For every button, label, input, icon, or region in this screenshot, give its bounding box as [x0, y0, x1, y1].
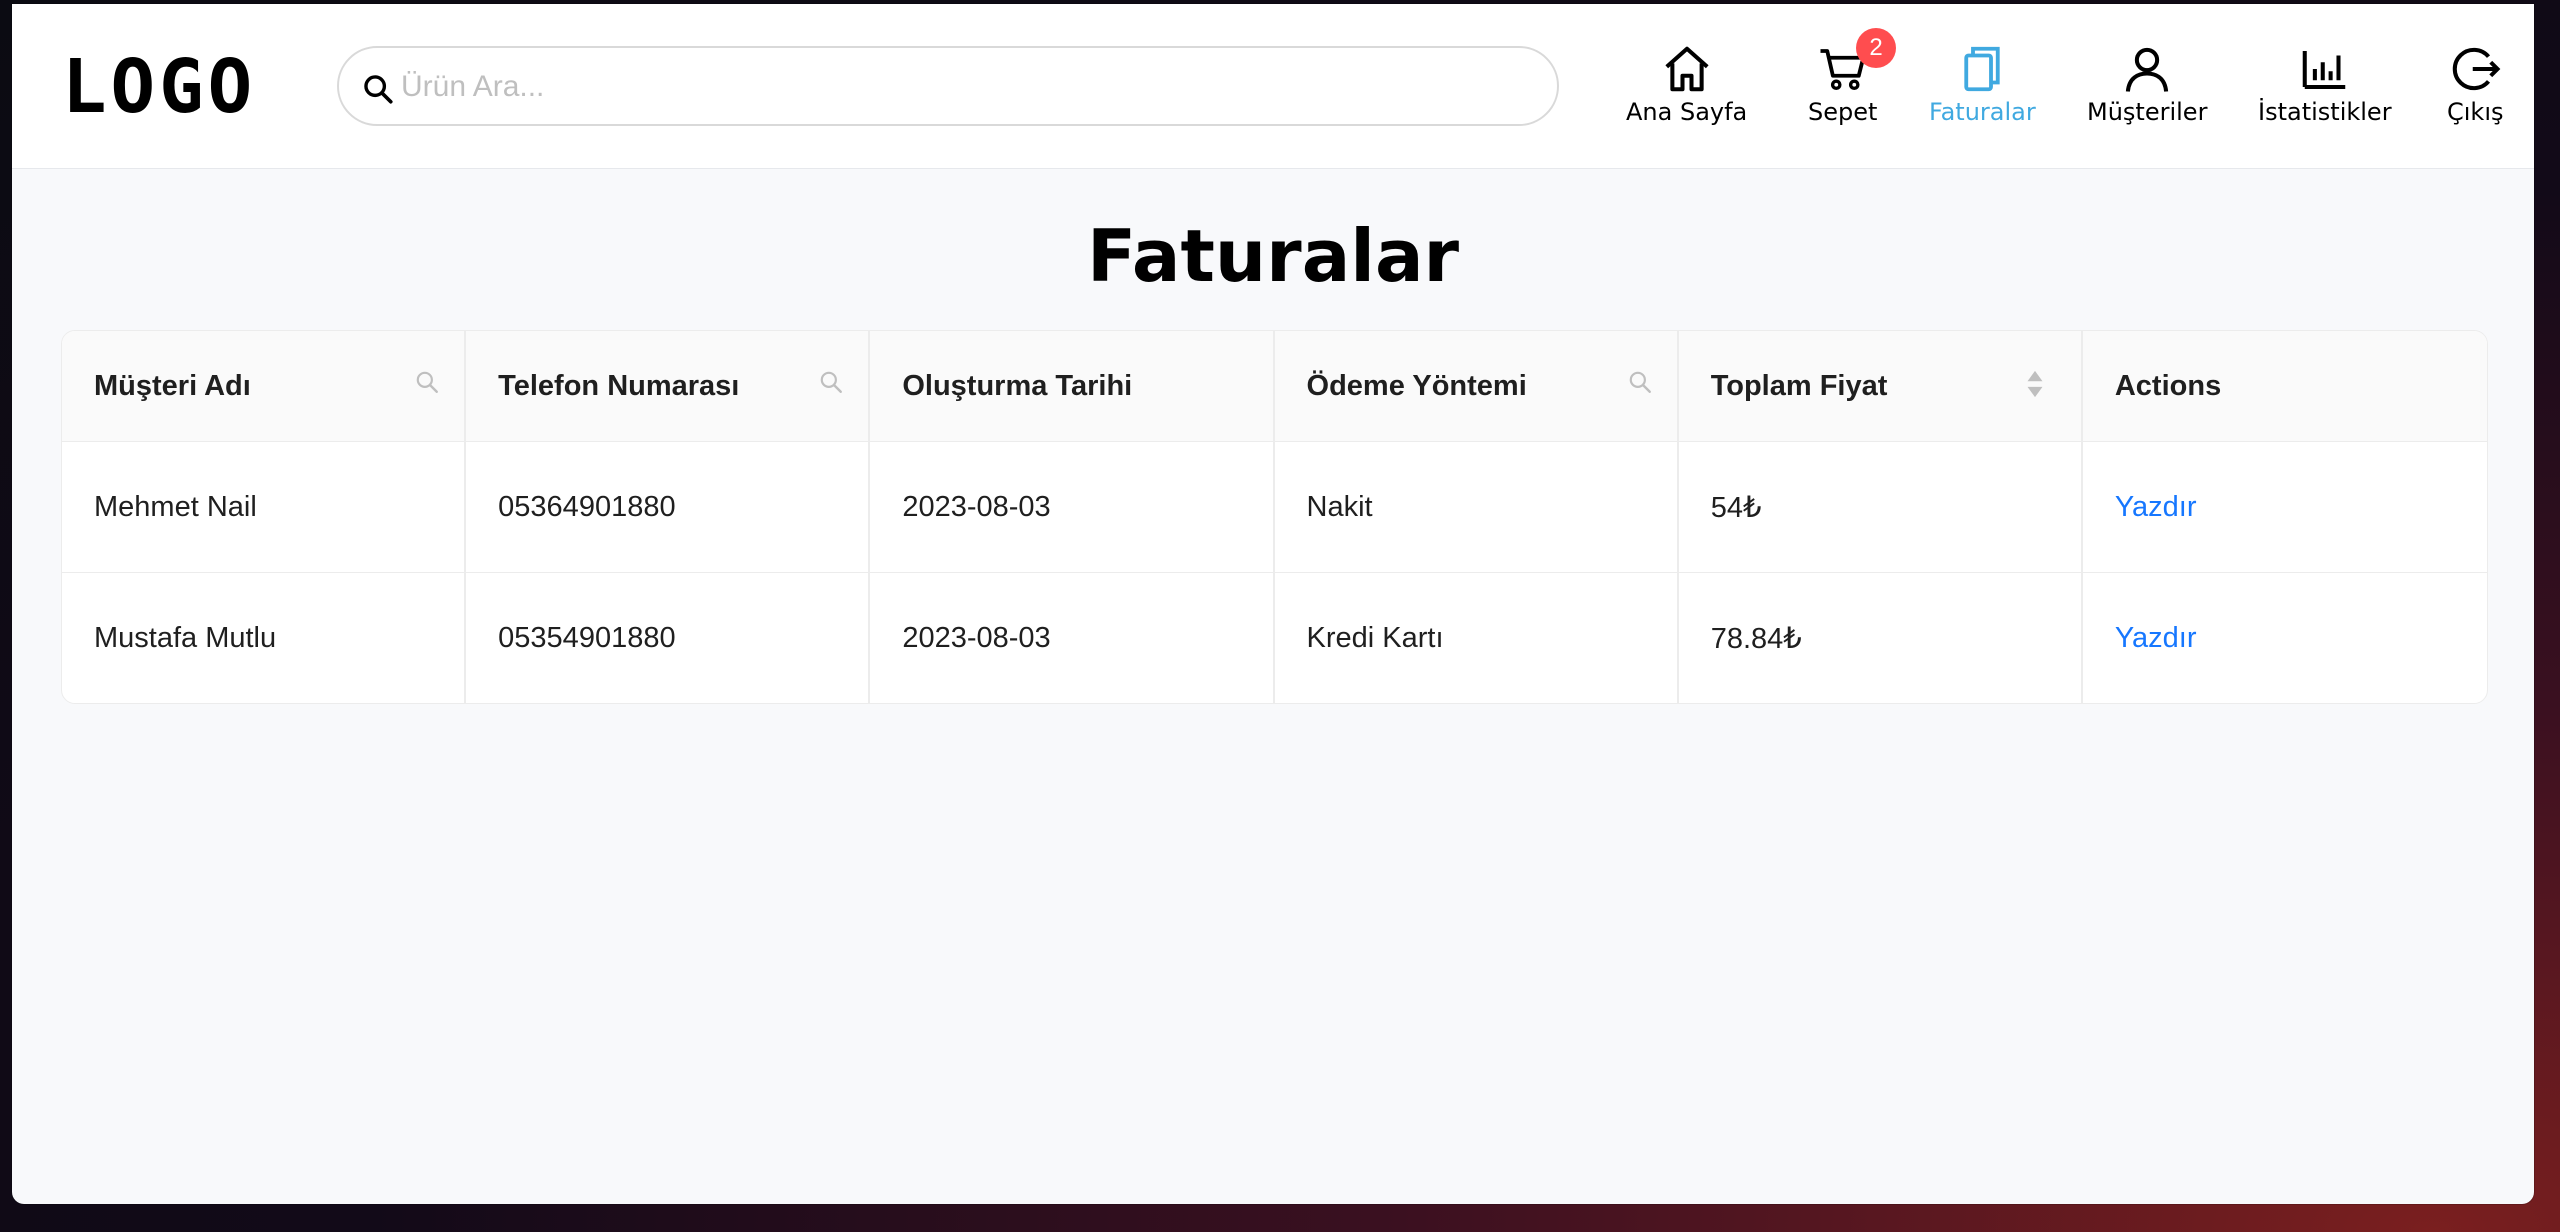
nav-logout-label: Çıkış	[2447, 98, 2504, 126]
user-icon	[2126, 47, 2169, 92]
search-icon[interactable]	[818, 369, 844, 395]
cell-phone: 05364901880	[466, 442, 871, 572]
cart-count-badge: 2	[1856, 28, 1896, 68]
cell-payment: Nakit	[1275, 442, 1679, 572]
search-icon[interactable]	[1627, 369, 1653, 395]
column-header-label: Actions	[2114, 369, 2222, 402]
nav-customers-label: Müşteriler	[2087, 98, 2208, 126]
nav-home[interactable]: Ana Sayfa	[1626, 42, 1747, 138]
cell-total: 54₺	[1679, 442, 2083, 572]
column-header-label: Ödeme Yöntemi	[1306, 369, 1527, 402]
bar-chart-icon	[2302, 51, 2346, 90]
cell-actions: Yazdır	[2083, 442, 2487, 572]
column-header-label: Toplam Fiyat	[1710, 369, 1888, 402]
table-row: Mehmet Nail 05364901880 2023-08-03 Nakit…	[62, 442, 2487, 573]
cell-actions: Yazdır	[2083, 573, 2487, 703]
search-icon[interactable]	[414, 369, 440, 395]
column-header-total[interactable]: Toplam Fiyat	[1678, 331, 2083, 441]
cell-payment: Kredi Kartı	[1275, 573, 1679, 703]
column-header-label: Telefon Numarası	[498, 369, 740, 402]
column-header-date: Oluşturma Tarihi	[870, 331, 1275, 441]
cell-date: 2023-08-03	[870, 442, 1275, 572]
column-header-customer: Müşteri Adı	[62, 331, 467, 441]
search-input[interactable]	[401, 58, 1541, 116]
table-row: Mustafa Mutlu 05354901880 2023-08-03 Kre…	[62, 573, 2487, 703]
invoices-table: Müşteri Adı Telefon Numarası Oluşturma T…	[61, 330, 2488, 704]
search-icon	[364, 75, 393, 104]
app-window: LOGO Ana Sayfa 2 Sepet	[12, 4, 2534, 1204]
nav-home-label: Ana Sayfa	[1626, 98, 1748, 126]
nav-cart[interactable]: 2 Sepet	[1808, 28, 1896, 138]
cell-total: 78.84₺	[1679, 573, 2083, 703]
nav-cart-label: Sepet	[1808, 98, 1878, 126]
top-navigation-bar: LOGO Ana Sayfa 2 Sepet	[12, 4, 2534, 169]
home-icon	[1665, 46, 1709, 92]
print-link[interactable]: Yazdır	[2115, 622, 2197, 655]
nav-invoices-label: Faturalar	[1929, 98, 2036, 126]
page-title: Faturalar	[1086, 214, 1460, 298]
nav-statistics-label: İstatistikler	[2258, 98, 2392, 126]
column-header-label: Müşteri Adı	[94, 369, 251, 402]
table-header: Müşteri Adı Telefon Numarası Oluşturma T…	[62, 331, 2487, 442]
column-header-payment: Ödeme Yöntemi	[1274, 331, 1679, 441]
nav-customers[interactable]: Müşteriler	[2087, 42, 2207, 138]
cell-customer: Mustafa Mutlu	[62, 573, 467, 703]
cell-phone: 05354901880	[466, 573, 871, 703]
invoices-icon	[1964, 46, 2001, 92]
column-header-actions: Actions	[2082, 331, 2487, 441]
logo: LOGO	[62, 44, 257, 130]
cell-customer: Mehmet Nail	[62, 442, 467, 572]
sort-icon[interactable]	[2025, 369, 2045, 399]
search-box[interactable]	[337, 46, 1559, 126]
print-link[interactable]: Yazdır	[2115, 491, 2197, 524]
nav-logout[interactable]: Çıkış	[2447, 42, 2504, 138]
nav-statistics[interactable]: İstatistikler	[2258, 42, 2392, 138]
nav-invoices[interactable]: Faturalar	[1929, 42, 2036, 138]
column-header-phone: Telefon Numarası	[466, 331, 871, 441]
cell-date: 2023-08-03	[870, 573, 1275, 703]
column-header-label: Oluşturma Tarihi	[902, 369, 1133, 402]
logout-icon	[2453, 47, 2501, 91]
